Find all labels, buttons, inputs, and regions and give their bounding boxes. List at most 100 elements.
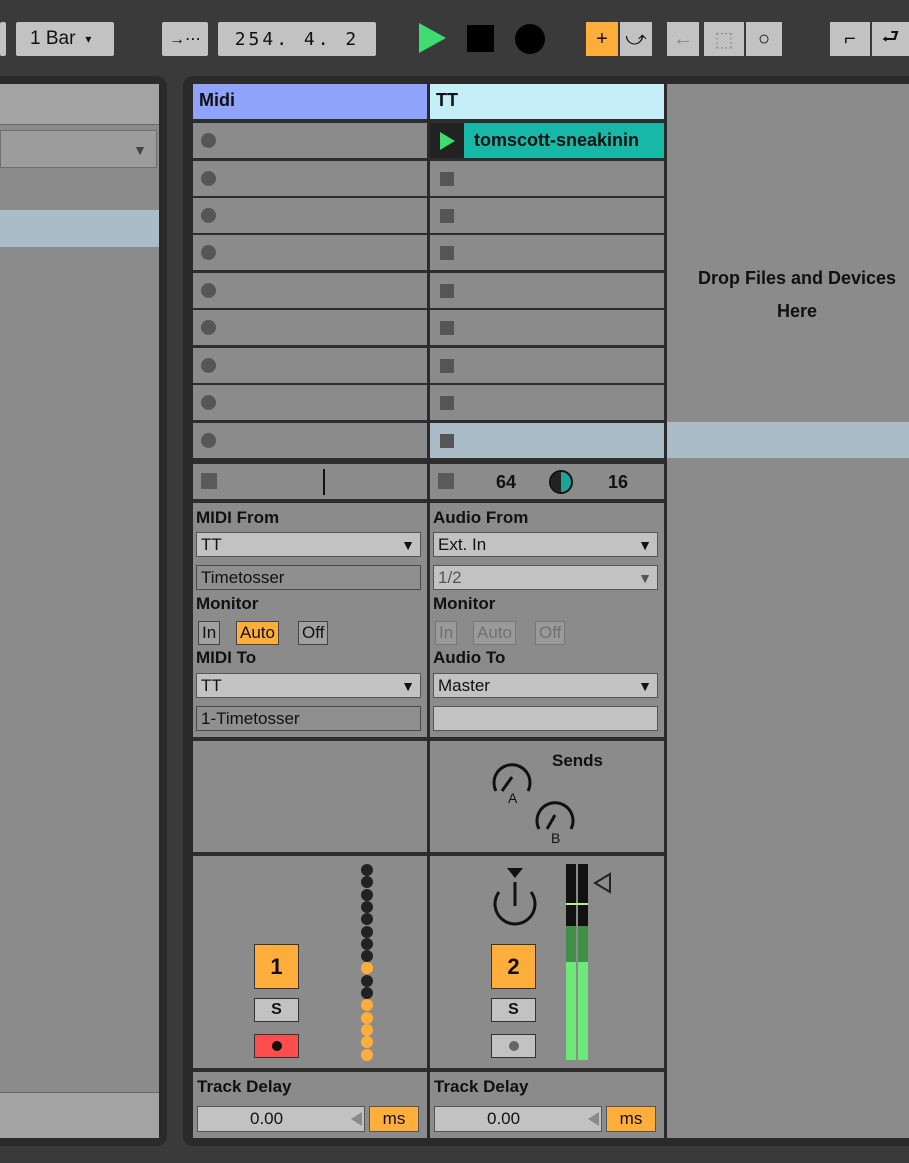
clip-slot[interactable] (193, 235, 427, 270)
track-header[interactable]: TT (430, 84, 664, 119)
automation-arm-icon[interactable]: ⤻ (620, 22, 652, 56)
monitor-in-button[interactable]: In (435, 621, 458, 645)
arm-button[interactable] (254, 1034, 299, 1058)
peak-marker (566, 903, 588, 905)
clip-stop-button-icon (440, 434, 454, 448)
midi-from-channel-select[interactable]: Timetosser (196, 565, 421, 590)
mixer-section: 1 S (193, 856, 427, 1068)
audio-from-select[interactable]: Ext. In ▼ (433, 532, 658, 557)
midi-to-select[interactable]: TT ▼ (196, 673, 421, 698)
clip-slot[interactable] (193, 198, 427, 233)
track-header[interactable]: Midi (193, 84, 427, 119)
audio-to-value: Master (438, 676, 490, 695)
monitor-off-button[interactable]: Off (535, 621, 566, 645)
solo-button[interactable]: S (254, 998, 299, 1022)
clip-slot[interactable] (430, 198, 664, 233)
arm-button[interactable] (491, 1034, 536, 1058)
drop-hint: Drop Files and Devices Here (667, 262, 909, 328)
clip-stop-button-icon (440, 284, 454, 298)
io-section: MIDI From TT ▼ Timetosser Monitor MIDI To… (193, 503, 427, 737)
midi-activity-dot (361, 1036, 373, 1049)
midi-from-select[interactable]: TT ▼ (196, 532, 421, 557)
clip-stop-row (193, 464, 427, 499)
audio-to-channel-select[interactable] (433, 706, 658, 731)
play-icon[interactable] (419, 23, 446, 53)
triangle-left-icon (588, 1112, 599, 1126)
clip-slot-selected[interactable] (430, 423, 664, 458)
clip-slot[interactable] (193, 273, 427, 308)
stop-clips-icon[interactable] (201, 473, 217, 489)
clip-launch-button[interactable] (430, 123, 464, 158)
loop-switch-icon[interactable]: ⮐ (872, 22, 909, 56)
browser-dropdown[interactable]: ▼ (0, 130, 157, 168)
clip-slot-playing[interactable]: tomscott-sneakinin (430, 123, 664, 158)
midi-activity-dot (361, 1048, 373, 1061)
monitor-in-button[interactable]: In (198, 621, 221, 645)
monitor-off-button[interactable]: Off (298, 621, 329, 645)
browser-selected-row[interactable] (0, 210, 159, 247)
stop-row-value-a: 64 (496, 472, 517, 492)
follow-icon[interactable]: →⋯ (162, 22, 208, 56)
device-drop-area[interactable] (667, 84, 909, 1138)
stop-icon[interactable] (467, 25, 494, 52)
sends-section-empty (193, 741, 427, 852)
clip-slot-led-icon (201, 320, 216, 335)
monitor-label: Monitor (196, 594, 259, 613)
monitor-auto-button[interactable]: Auto (473, 621, 516, 645)
capture-midi-icon[interactable]: ⬚ (704, 22, 744, 56)
draw-mode-button[interactable]: + (586, 22, 618, 56)
solo-button[interactable]: S (491, 998, 536, 1022)
clip-slot-led-icon (201, 133, 216, 148)
clip-slot[interactable] (430, 273, 664, 308)
song-position-display[interactable]: 254. 4. 2 (218, 22, 376, 56)
back-to-arrangement-icon[interactable]: ← (667, 22, 699, 56)
midi-activity-dot (361, 950, 373, 963)
clip-slot[interactable] (430, 348, 664, 383)
chevron-down-icon: ▼ (401, 537, 415, 553)
session-record-icon[interactable]: ○ (746, 22, 782, 56)
delay-unit-toggle[interactable]: ms (369, 1106, 419, 1132)
midi-to-channel-select[interactable]: 1-Timetosser (196, 706, 421, 731)
audio-from-channel-select[interactable]: 1/2 ▼ (433, 565, 658, 590)
monitor-auto-button[interactable]: Auto (236, 621, 279, 645)
record-icon[interactable] (515, 24, 545, 54)
clip-slot-led-icon (201, 358, 216, 373)
track-delay-label: Track Delay (197, 1077, 292, 1096)
punch-in-icon[interactable]: ⌐ (830, 22, 870, 56)
track-activator-button[interactable]: 1 (254, 944, 299, 989)
stop-clips-icon[interactable] (438, 473, 454, 489)
midi-activity-dot (361, 1023, 373, 1036)
clip-slot[interactable] (430, 161, 664, 196)
clip-slot[interactable] (193, 123, 427, 158)
track-delay-section: Track Delay 0.00 ms (193, 1072, 427, 1138)
clip-slot[interactable] (193, 310, 427, 345)
play-icon (440, 132, 455, 150)
stop-row-value-b: 16 (608, 472, 629, 492)
pan-knob-icon[interactable] (549, 470, 573, 494)
midi-from-label: MIDI From (196, 508, 280, 527)
toolbar-edge-control[interactable] (0, 22, 6, 56)
clip-slot[interactable] (193, 385, 427, 420)
clip-slot[interactable] (430, 385, 664, 420)
track-delay-value: 0.00 (250, 1109, 284, 1128)
delay-unit-toggle[interactable]: ms (606, 1106, 656, 1132)
clip-slot[interactable] (193, 423, 427, 458)
clip-slot[interactable] (193, 348, 427, 383)
global-quantization-select[interactable]: 1 Bar ▾ (16, 22, 114, 56)
clip-slot[interactable] (430, 235, 664, 270)
pan-knob-icon[interactable] (483, 864, 547, 936)
clip[interactable]: tomscott-sneakinin (464, 123, 664, 158)
track-delay-input[interactable]: 0.00 (197, 1106, 365, 1132)
monitor-label: Monitor (433, 594, 496, 613)
chevron-down-icon: ▼ (401, 678, 415, 694)
clip-slot[interactable] (430, 310, 664, 345)
send-b-knob-icon[interactable]: B (525, 783, 585, 848)
track-delay-input[interactable]: 0.00 (434, 1106, 602, 1132)
track-activator-button[interactable]: 2 (491, 944, 536, 989)
clip-slot-led-icon (201, 283, 216, 298)
volume-fader-arrow-icon[interactable] (592, 872, 614, 894)
clip-slot[interactable] (193, 161, 427, 196)
io-section: Audio From Ext. In ▼ 1/2 ▼ Monitor Audio T… (430, 503, 664, 737)
track-delay-label: Track Delay (434, 1077, 529, 1096)
audio-to-select[interactable]: Master ▼ (433, 673, 658, 698)
